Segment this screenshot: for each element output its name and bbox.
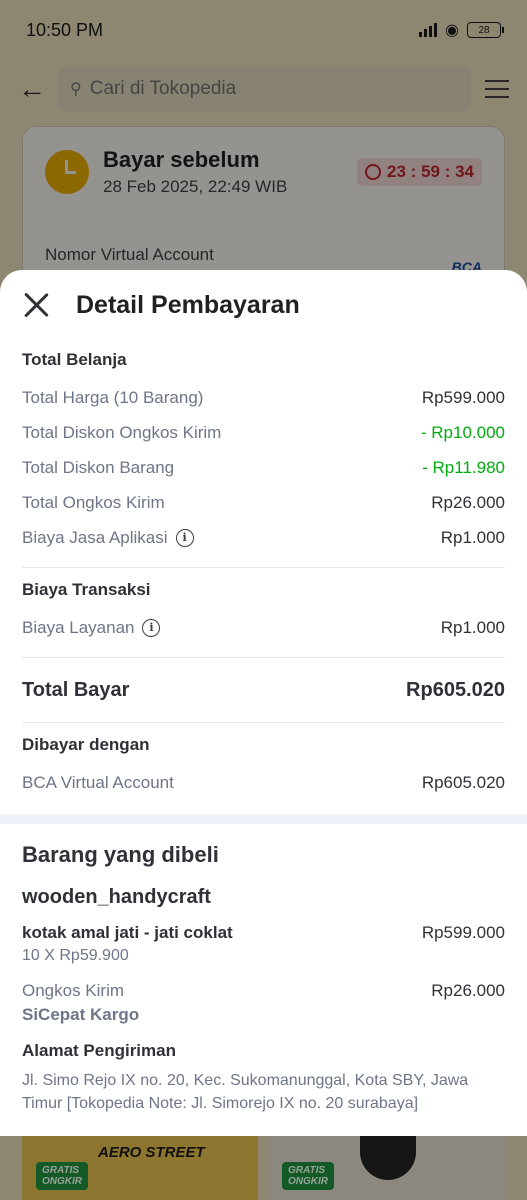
close-icon[interactable] xyxy=(22,291,50,319)
price-row: Biaya Layanan i Rp1.000 xyxy=(22,610,505,645)
section-title: Biaya Transaksi xyxy=(22,580,151,599)
product-quantity: 10 X Rp59.900 xyxy=(22,947,129,964)
row-label: Total Ongkos Kirim xyxy=(22,492,165,512)
shop-name[interactable]: wooden_handycraft xyxy=(22,886,505,909)
sheet-header: Detail Pembayaran xyxy=(0,270,527,340)
price-row: Total Diskon Ongkos Kirim - Rp10.000 xyxy=(22,415,505,450)
row-label: Total Diskon Barang xyxy=(22,457,175,477)
row-label-with-info: Biaya Layanan i xyxy=(22,617,161,638)
price-row: Total Harga (10 Barang) Rp599.000 xyxy=(22,380,505,415)
divider xyxy=(22,657,505,658)
row-label-with-info: Biaya Jasa Aplikasi i xyxy=(22,528,194,548)
items-section-title: Barang yang dibeli xyxy=(22,842,219,867)
shipping-label: Ongkos Kirim xyxy=(22,981,125,1000)
info-icon[interactable]: i xyxy=(142,618,161,637)
row-label: Total Diskon Ongkos Kirim xyxy=(22,422,222,442)
product-price: Rp599.000 xyxy=(421,923,505,942)
payment-method: BCA Virtual Account xyxy=(22,772,174,792)
section-separator xyxy=(0,814,527,824)
payment-detail-sheet: Detail Pembayaran Total Belanja Total Ha… xyxy=(0,270,527,1136)
biaya-transaksi-section: Biaya Transaksi Biaya Layanan i Rp1.000 xyxy=(0,580,527,645)
product-card[interactable]: AERO STREET GRATIS ONGKIR xyxy=(22,1136,258,1200)
product-name[interactable]: kotak amal jati - jati coklat xyxy=(22,923,233,943)
row-label-text: Biaya Jasa Aplikasi xyxy=(22,527,168,547)
shipping-row: Ongkos Kirim Rp26.000 xyxy=(0,981,527,1001)
divider xyxy=(22,567,505,568)
row-label-text: Biaya Layanan xyxy=(22,617,135,637)
total-bayar-label: Total Bayar xyxy=(22,678,130,701)
row-value: Rp1.000 xyxy=(440,617,505,637)
product-cards-peek: AERO STREET GRATIS ONGKIR GRATIS ONGKIR xyxy=(0,1136,527,1200)
total-bayar-value: Rp605.020 xyxy=(406,678,505,701)
payment-amount: Rp605.020 xyxy=(421,772,505,792)
address-text: Jl. Simo Rejo IX no. 20, Kec. Sukomanung… xyxy=(22,1072,469,1113)
row-value: Rp26.000 xyxy=(431,492,505,512)
row-value: - Rp11.980 xyxy=(422,457,505,477)
price-row: Total Diskon Barang - Rp11.980 xyxy=(22,450,505,485)
divider xyxy=(22,722,505,723)
section-title: Dibayar dengan xyxy=(22,735,150,754)
shipping-price: Rp26.000 xyxy=(431,981,505,1000)
address-title: Alamat Pengiriman xyxy=(22,1041,176,1060)
total-belanja-section: Total Belanja Total Harga (10 Barang) Rp… xyxy=(0,350,527,555)
row-value: Rp599.000 xyxy=(421,387,505,407)
row-value: Rp1.000 xyxy=(440,527,505,547)
row-label: Total Harga (10 Barang) xyxy=(22,387,204,407)
product-row: kotak amal jati - jati coklat Rp599.000 xyxy=(0,923,527,943)
sheet-title: Detail Pembayaran xyxy=(76,290,300,319)
price-row: Biaya Jasa Aplikasi i Rp1.000 xyxy=(22,520,505,555)
total-bayar-row: Total Bayar Rp605.020 xyxy=(0,670,527,710)
dibayar-dengan-section: Dibayar dengan BCA Virtual Account Rp605… xyxy=(0,735,527,800)
info-icon[interactable]: i xyxy=(175,528,194,547)
payment-method-row: BCA Virtual Account Rp605.020 xyxy=(22,765,505,800)
product-card[interactable]: GRATIS ONGKIR xyxy=(268,1136,505,1200)
row-value: - Rp10.000 xyxy=(420,422,505,442)
courier-name: SiCepat Kargo xyxy=(22,1005,140,1024)
price-row: Total Ongkos Kirim Rp26.000 xyxy=(22,485,505,520)
section-title: Total Belanja xyxy=(22,350,127,369)
